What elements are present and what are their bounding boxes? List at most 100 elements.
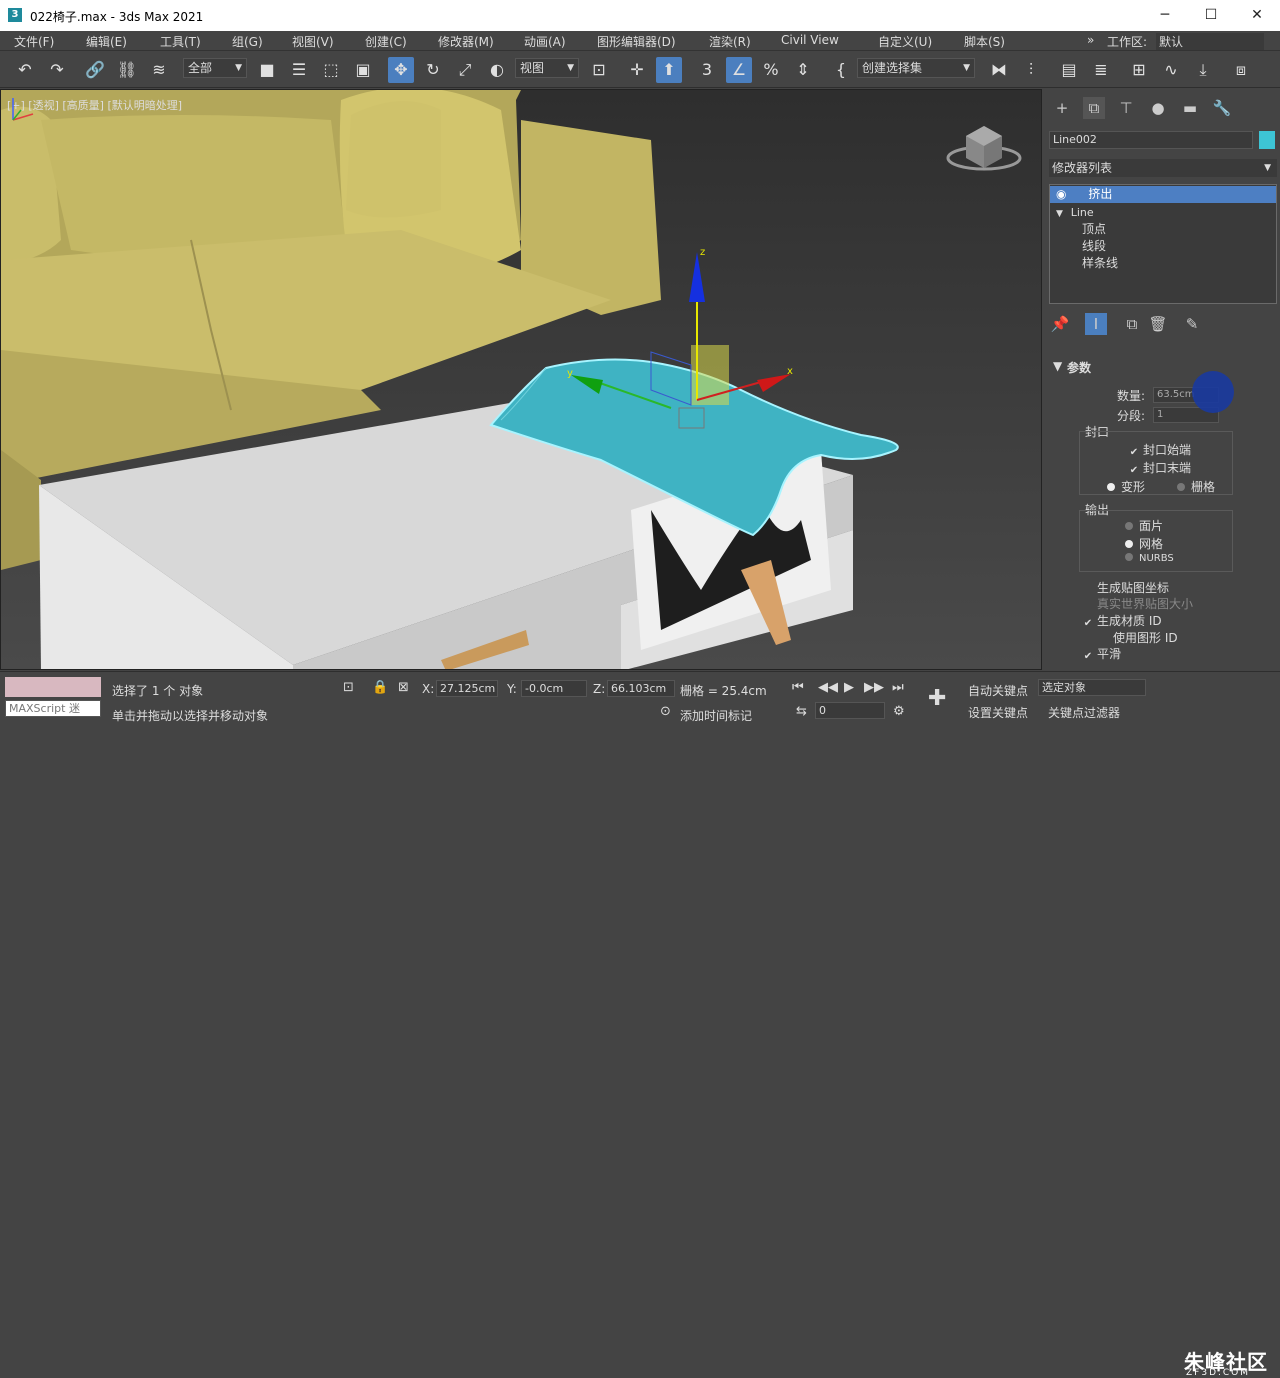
- menu-file[interactable]: 文件(F): [14, 33, 54, 50]
- selection-filter-dropdown[interactable]: 全部 ▼: [183, 58, 247, 78]
- goto-end-icon[interactable]: ⏭: [892, 680, 904, 695]
- layer-explorer-icon[interactable]: ≣: [1088, 57, 1114, 83]
- align-icon[interactable]: ⫶: [1018, 57, 1044, 83]
- maximize-button[interactable]: ☐: [1188, 0, 1234, 31]
- menu-graph-editors[interactable]: 图形编辑器(D): [597, 33, 676, 50]
- menu-create[interactable]: 创建(C): [365, 33, 407, 50]
- link-icon[interactable]: 🔗: [82, 57, 108, 83]
- current-frame-field[interactable]: 0: [815, 702, 885, 719]
- key-filters-button[interactable]: 关键点过滤器: [1048, 704, 1120, 721]
- percent-snap-icon[interactable]: %: [758, 57, 784, 83]
- absolute-mode-icon[interactable]: ⊠: [398, 680, 409, 695]
- eye-icon[interactable]: ◉: [1056, 187, 1066, 201]
- keyboard-shortcut-override-icon[interactable]: ⬆: [656, 57, 682, 83]
- cap-start-checkbox[interactable]: ✔ 封口始端: [1129, 441, 1191, 458]
- grid-radio[interactable]: 栅格: [1177, 478, 1215, 495]
- configure-sets-icon[interactable]: ✎: [1181, 313, 1203, 335]
- goto-start-icon[interactable]: ⏮: [792, 680, 804, 695]
- x-coord-field[interactable]: 27.125cm: [436, 680, 498, 697]
- workspace-select[interactable]: 默认: [1156, 33, 1264, 50]
- angle-snap-icon[interactable]: ∠: [726, 57, 752, 83]
- ribbon-icon[interactable]: ⊞: [1126, 57, 1152, 83]
- patch-radio[interactable]: 面片: [1125, 517, 1163, 534]
- bind-spacewarp-icon[interactable]: ≋: [146, 57, 172, 83]
- menu-edit[interactable]: 编辑(E): [86, 33, 127, 50]
- z-coord-field[interactable]: 66.103cm: [607, 680, 675, 697]
- spinner-snap-icon[interactable]: ⇕: [790, 57, 816, 83]
- utilities-tab-icon[interactable]: 🔧: [1211, 97, 1233, 119]
- object-name-field[interactable]: Line002: [1049, 131, 1253, 149]
- mirror-icon[interactable]: ⧓: [986, 57, 1012, 83]
- select-object-icon[interactable]: ■: [254, 57, 280, 83]
- pin-stack-icon[interactable]: 📌: [1049, 313, 1071, 335]
- display-tab-icon[interactable]: ▬: [1179, 97, 1201, 119]
- make-unique-icon[interactable]: ⧉: [1121, 313, 1143, 335]
- menu-animation[interactable]: 动画(A): [524, 33, 566, 50]
- stack-item-extrude[interactable]: ◉ 挤出: [1050, 186, 1276, 203]
- parameters-header[interactable]: 参数: [1067, 359, 1091, 376]
- motion-tab-icon[interactable]: ●: [1147, 97, 1169, 119]
- create-tab-icon[interactable]: +: [1051, 97, 1073, 119]
- menu-overflow-icon[interactable]: »: [1087, 33, 1094, 47]
- triangle-down-icon[interactable]: ▼: [1056, 209, 1063, 219]
- menu-views[interactable]: 视图(V): [292, 33, 334, 50]
- mesh-radio[interactable]: 网格: [1125, 535, 1163, 552]
- show-end-result-icon[interactable]: Ⅰ: [1085, 313, 1107, 335]
- minimize-button[interactable]: ─: [1142, 0, 1188, 31]
- stack-subobject-vertex[interactable]: 顶点: [1050, 221, 1276, 238]
- morph-radio[interactable]: 变形: [1107, 478, 1145, 495]
- time-tag-icon[interactable]: ⊙: [660, 704, 671, 719]
- named-selection-dropdown[interactable]: 创建选择集 ▼: [857, 58, 975, 78]
- next-frame-icon[interactable]: ▶▶: [864, 680, 884, 695]
- menu-group[interactable]: 组(G): [232, 33, 263, 50]
- modifier-list-dropdown[interactable]: 修改器列表 ▼: [1049, 159, 1277, 177]
- ref-coord-dropdown[interactable]: 视图 ▼: [515, 58, 579, 78]
- select-and-rotate-icon[interactable]: ↻: [420, 57, 446, 83]
- select-manipulate-icon[interactable]: ✛: [624, 57, 650, 83]
- auto-key-button[interactable]: 自动关键点: [968, 682, 1028, 699]
- set-key-icon[interactable]: ✚: [928, 686, 946, 711]
- maxscript-mini-listener[interactable]: MAXScript 迷: [5, 700, 101, 717]
- menu-tools[interactable]: 工具(T): [160, 33, 201, 50]
- close-button[interactable]: ✕: [1234, 0, 1280, 31]
- undo-icon[interactable]: ↶: [12, 57, 38, 83]
- gen-mapping-checkbox[interactable]: 生成贴图坐标: [1083, 579, 1169, 596]
- select-by-name-icon[interactable]: ☰: [286, 57, 312, 83]
- select-and-scale-icon[interactable]: ⤢: [452, 57, 478, 83]
- play-icon[interactable]: ▶: [844, 680, 854, 695]
- time-config-icon[interactable]: ⚙: [893, 704, 905, 719]
- remove-modifier-icon[interactable]: 🗑: [1147, 313, 1169, 335]
- hierarchy-tab-icon[interactable]: ⊤: [1115, 97, 1137, 119]
- y-coord-field[interactable]: -0.0cm: [521, 680, 587, 697]
- prev-frame-icon[interactable]: ◀◀: [818, 680, 838, 695]
- select-and-move-icon[interactable]: ✥: [388, 57, 414, 83]
- menu-civil-view[interactable]: Civil View: [781, 33, 839, 47]
- pivot-center-icon[interactable]: ⊡: [586, 57, 612, 83]
- object-color-swatch[interactable]: [1259, 131, 1275, 149]
- scene-explorer-icon[interactable]: ▤: [1056, 57, 1082, 83]
- stack-subobject-spline[interactable]: 样条线: [1050, 255, 1276, 272]
- curve-editor-icon[interactable]: ∿: [1158, 57, 1184, 83]
- material-editor-icon[interactable]: ⧈: [1228, 57, 1254, 83]
- add-time-tag-button[interactable]: 添加时间标记: [680, 707, 752, 724]
- edit-named-selections-icon[interactable]: {: [828, 57, 854, 83]
- use-shape-ids-checkbox[interactable]: 使用图形 ID: [1099, 629, 1178, 646]
- menu-modifiers[interactable]: 修改器(M): [438, 33, 494, 50]
- key-mode-icon[interactable]: ⇆: [796, 704, 807, 719]
- unlink-icon[interactable]: ⛓: [114, 57, 140, 83]
- rollout-toggle-icon[interactable]: ▼: [1053, 359, 1062, 373]
- select-and-place-icon[interactable]: ◐: [484, 57, 510, 83]
- rect-selection-icon[interactable]: ⬚: [318, 57, 344, 83]
- lock-icon[interactable]: 🔒: [372, 680, 388, 695]
- nurbs-radio[interactable]: NURBS: [1125, 553, 1174, 564]
- isolate-selection-icon[interactable]: ⊡: [343, 680, 354, 695]
- gen-mat-id-checkbox[interactable]: ✔ 生成材质 ID: [1083, 612, 1162, 629]
- menu-rendering[interactable]: 渲染(R): [709, 33, 751, 50]
- menu-customize[interactable]: 自定义(U): [878, 33, 932, 50]
- redo-icon[interactable]: ↷: [44, 57, 70, 83]
- smooth-checkbox[interactable]: ✔ 平滑: [1083, 645, 1121, 662]
- perspective-viewport[interactable]: z y x [+] [透视] [高质量] [默认明暗处理]: [0, 89, 1042, 670]
- schematic-view-icon[interactable]: ⤓: [1190, 57, 1216, 83]
- menu-scripting[interactable]: 脚本(S): [964, 33, 1005, 50]
- snaps-toggle-icon[interactable]: 3: [694, 57, 720, 83]
